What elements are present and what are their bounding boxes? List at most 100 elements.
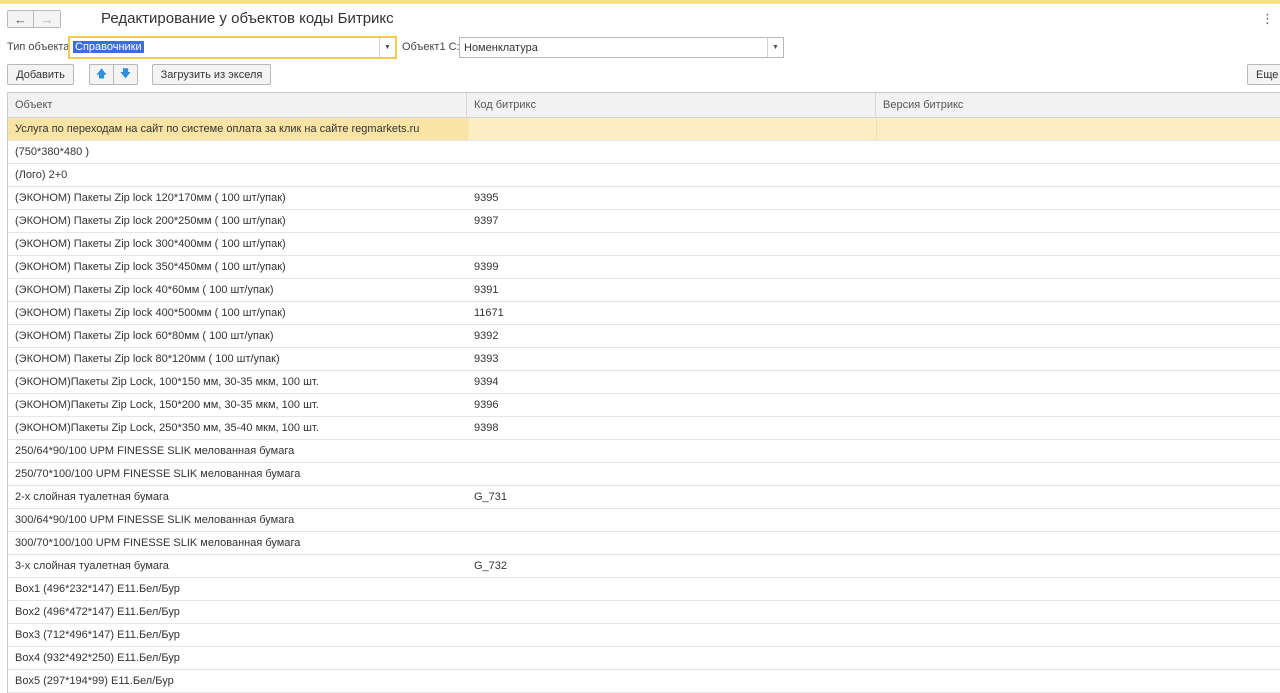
- more-vertical-icon[interactable]: ⋮: [1261, 11, 1274, 27]
- table-row[interactable]: (ЭКОНОМ) Пакеты Zip lock 400*500мм ( 100…: [8, 302, 1280, 325]
- column-header-object[interactable]: Объект: [8, 93, 467, 117]
- cell-object[interactable]: (ЭКОНОМ) Пакеты Zip lock 300*400мм ( 100…: [8, 233, 467, 255]
- cell-bitrix-code[interactable]: 9393: [467, 348, 876, 370]
- cell-object[interactable]: 300/70*100/100 UPM FINESSE SLIK мелованн…: [8, 532, 467, 554]
- cell-bitrix-code[interactable]: [467, 164, 876, 186]
- cell-bitrix-code[interactable]: [467, 578, 876, 600]
- cell-bitrix-code[interactable]: [467, 647, 876, 669]
- cell-object[interactable]: (ЭКОНОМ)Пакеты Zip Lock, 100*150 мм, 30-…: [8, 371, 467, 393]
- table-row[interactable]: (ЭКОНОМ) Пакеты Zip lock 60*80мм ( 100 ш…: [8, 325, 1280, 348]
- cell-object[interactable]: (Лого) 2+0: [8, 164, 467, 186]
- cell-bitrix-version[interactable]: [876, 233, 1280, 255]
- table-row[interactable]: 300/70*100/100 UPM FINESSE SLIK мелованн…: [8, 532, 1280, 555]
- cell-bitrix-code[interactable]: [467, 532, 876, 554]
- cell-bitrix-code[interactable]: [467, 463, 876, 485]
- cell-bitrix-code[interactable]: 9394: [467, 371, 876, 393]
- cell-bitrix-version[interactable]: [876, 647, 1280, 669]
- objects-table[interactable]: Объект Код битрикс Версия битрикс Услуга…: [7, 92, 1280, 693]
- cell-object[interactable]: (ЭКОНОМ) Пакеты Zip lock 200*250мм ( 100…: [8, 210, 467, 232]
- object-type-select[interactable]: Справочники ▼: [68, 36, 397, 59]
- cell-object[interactable]: (ЭКОНОМ) Пакеты Zip lock 80*120мм ( 100 …: [8, 348, 467, 370]
- cell-bitrix-version[interactable]: [876, 118, 1280, 140]
- cell-object[interactable]: (ЭКОНОМ) Пакеты Zip lock 60*80мм ( 100 ш…: [8, 325, 467, 347]
- move-up-button[interactable]: 🡅: [89, 64, 114, 85]
- cell-object[interactable]: (ЭКОНОМ) Пакеты Zip lock 350*450мм ( 100…: [8, 256, 467, 278]
- cell-bitrix-code[interactable]: G_731: [467, 486, 876, 508]
- chevron-down-icon[interactable]: ▼: [379, 38, 395, 57]
- cell-bitrix-version[interactable]: [876, 164, 1280, 186]
- cell-bitrix-version[interactable]: [876, 624, 1280, 646]
- table-row[interactable]: 2-х слойная туалетная бумага G_731: [8, 486, 1280, 509]
- cell-object[interactable]: Box3 (712*496*147) E11.Бел/Бур: [8, 624, 467, 646]
- table-row[interactable]: (ЭКОНОМ)Пакеты Zip Lock, 150*200 мм, 30-…: [8, 394, 1280, 417]
- table-row[interactable]: (Лого) 2+0: [8, 164, 1280, 187]
- cell-bitrix-version[interactable]: [876, 509, 1280, 531]
- cell-bitrix-version[interactable]: [876, 578, 1280, 600]
- column-header-bitrix-version[interactable]: Версия битрикс: [876, 93, 1280, 117]
- cell-bitrix-version[interactable]: [876, 348, 1280, 370]
- cell-object[interactable]: Box4 (932*492*250) E11.Бел/Бур: [8, 647, 467, 669]
- cell-bitrix-code[interactable]: [467, 440, 876, 462]
- cell-object[interactable]: Услуга по переходам на сайт по системе о…: [8, 118, 467, 140]
- cell-bitrix-version[interactable]: [876, 371, 1280, 393]
- table-row[interactable]: Услуга по переходам на сайт по системе о…: [8, 118, 1280, 141]
- cell-bitrix-version[interactable]: [876, 325, 1280, 347]
- cell-bitrix-version[interactable]: [876, 302, 1280, 324]
- cell-bitrix-version[interactable]: [876, 532, 1280, 554]
- table-row[interactable]: Box2 (496*472*147) E11.Бел/Бур: [8, 601, 1280, 624]
- cell-object[interactable]: (ЭКОНОМ) Пакеты Zip lock 400*500мм ( 100…: [8, 302, 467, 324]
- cell-object[interactable]: (ЭКОНОМ) Пакеты Zip lock 120*170мм ( 100…: [8, 187, 467, 209]
- more-button[interactable]: Еще: [1247, 64, 1280, 85]
- forward-button[interactable]: →: [34, 10, 61, 28]
- cell-bitrix-version[interactable]: [876, 394, 1280, 416]
- cell-bitrix-version[interactable]: [876, 555, 1280, 577]
- table-row[interactable]: (ЭКОНОМ)Пакеты Zip Lock, 250*350 мм, 35-…: [8, 417, 1280, 440]
- cell-bitrix-code[interactable]: 11671: [467, 302, 876, 324]
- cell-bitrix-code[interactable]: 9391: [467, 279, 876, 301]
- cell-object[interactable]: (ЭКОНОМ) Пакеты Zip lock 40*60мм ( 100 ш…: [8, 279, 467, 301]
- cell-bitrix-version[interactable]: [876, 440, 1280, 462]
- move-down-button[interactable]: 🡇: [113, 64, 138, 85]
- cell-bitrix-code[interactable]: [467, 670, 876, 692]
- cell-object[interactable]: 2-х слойная туалетная бумага: [8, 486, 467, 508]
- table-row[interactable]: (ЭКОНОМ) Пакеты Zip lock 80*120мм ( 100 …: [8, 348, 1280, 371]
- table-row[interactable]: (750*380*480 ): [8, 141, 1280, 164]
- cell-bitrix-version[interactable]: [876, 670, 1280, 692]
- add-button[interactable]: Добавить: [7, 64, 74, 85]
- cell-bitrix-version[interactable]: [876, 279, 1280, 301]
- cell-bitrix-code[interactable]: 9392: [467, 325, 876, 347]
- cell-bitrix-version[interactable]: [876, 141, 1280, 163]
- cell-bitrix-code[interactable]: [467, 624, 876, 646]
- table-row[interactable]: 3-х слойная туалетная бумага G_732: [8, 555, 1280, 578]
- cell-object[interactable]: 250/70*100/100 UPM FINESSE SLIK мелованн…: [8, 463, 467, 485]
- back-button[interactable]: ←: [7, 10, 34, 28]
- cell-bitrix-version[interactable]: [876, 486, 1280, 508]
- cell-bitrix-version[interactable]: [876, 187, 1280, 209]
- cell-bitrix-code[interactable]: 9396: [467, 394, 876, 416]
- cell-object[interactable]: Box2 (496*472*147) E11.Бел/Бур: [8, 601, 467, 623]
- cell-bitrix-code[interactable]: [467, 118, 876, 140]
- cell-object[interactable]: Box5 (297*194*99) E11.Бел/Бур: [8, 670, 467, 692]
- cell-object[interactable]: (750*380*480 ): [8, 141, 467, 163]
- cell-bitrix-version[interactable]: [876, 463, 1280, 485]
- cell-bitrix-code[interactable]: G_732: [467, 555, 876, 577]
- cell-object[interactable]: Box1 (496*232*147) E11.Бел/Бур: [8, 578, 467, 600]
- cell-bitrix-version[interactable]: [876, 417, 1280, 439]
- load-from-excel-button[interactable]: Загрузить из экселя: [152, 64, 271, 85]
- cell-bitrix-code[interactable]: [467, 141, 876, 163]
- table-row[interactable]: Box5 (297*194*99) E11.Бел/Бур: [8, 670, 1280, 693]
- table-row[interactable]: (ЭКОНОМ) Пакеты Zip lock 350*450мм ( 100…: [8, 256, 1280, 279]
- cell-bitrix-version[interactable]: [876, 256, 1280, 278]
- object1c-select[interactable]: Номенклатура ▼: [459, 37, 784, 58]
- cell-object[interactable]: 250/64*90/100 UPM FINESSE SLIK мелованна…: [8, 440, 467, 462]
- cell-object[interactable]: (ЭКОНОМ)Пакеты Zip Lock, 250*350 мм, 35-…: [8, 417, 467, 439]
- cell-bitrix-code[interactable]: 9399: [467, 256, 876, 278]
- cell-bitrix-code[interactable]: 9398: [467, 417, 876, 439]
- cell-bitrix-code[interactable]: [467, 601, 876, 623]
- cell-object[interactable]: 3-х слойная туалетная бумага: [8, 555, 467, 577]
- cell-object[interactable]: (ЭКОНОМ)Пакеты Zip Lock, 150*200 мм, 30-…: [8, 394, 467, 416]
- cell-bitrix-code[interactable]: [467, 233, 876, 255]
- table-row[interactable]: (ЭКОНОМ) Пакеты Zip lock 200*250мм ( 100…: [8, 210, 1280, 233]
- chevron-down-icon[interactable]: ▼: [767, 38, 783, 57]
- table-row[interactable]: Box3 (712*496*147) E11.Бел/Бур: [8, 624, 1280, 647]
